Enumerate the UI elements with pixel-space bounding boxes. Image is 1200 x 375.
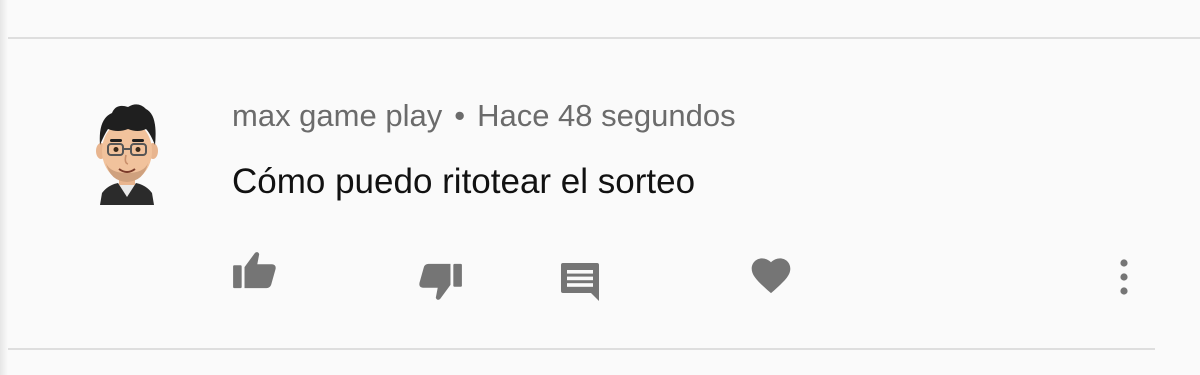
heart-button[interactable] — [751, 258, 791, 294]
avatar[interactable] — [88, 93, 166, 205]
avatar-image — [96, 104, 158, 205]
left-edge-shadow — [0, 0, 8, 375]
like-button[interactable] — [232, 250, 278, 290]
more-options-button[interactable] — [1112, 258, 1136, 298]
comment-text: Cómo puedo ritotear el sorteo — [232, 162, 696, 201]
reply-button[interactable] — [559, 262, 601, 302]
author-name[interactable]: max game play — [232, 98, 442, 133]
comment-meta: max game play • Hace 48 segundos — [232, 96, 736, 136]
more-vertical-icon — [1120, 259, 1128, 295]
reply-comment-icon — [561, 263, 599, 301]
dislike-button[interactable] — [417, 262, 463, 302]
comment-timestamp[interactable]: Hace 48 segundos — [477, 98, 736, 133]
comment-page: max game play • Hace 48 segundos Cómo pued… — [0, 0, 1200, 375]
bottom-divider — [8, 348, 1155, 350]
top-divider — [8, 37, 1200, 39]
thumbs-up-icon — [233, 252, 276, 289]
thumbs-down-icon — [419, 263, 462, 300]
meta-separator: • — [454, 98, 466, 133]
heart-icon — [751, 258, 791, 294]
